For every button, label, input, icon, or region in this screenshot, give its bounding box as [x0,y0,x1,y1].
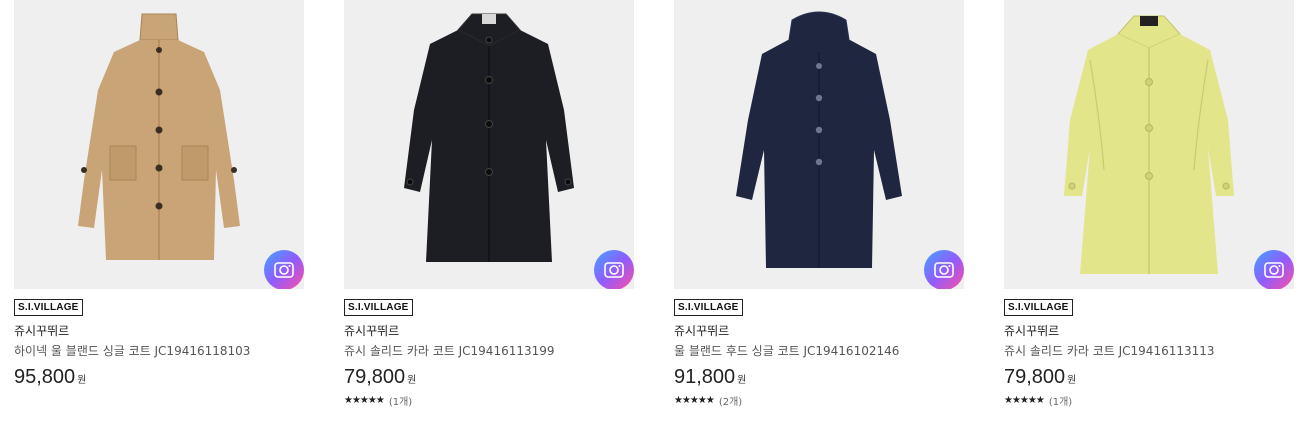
price-value: 91,800 [674,366,736,388]
product-price: 91,800 원 [674,366,746,389]
product-name[interactable]: 쥬시 솔리드 카라 코트 JC19416113113 [1004,342,1215,359]
rating-stars: ★★★★★ [1004,395,1045,406]
currency-unit: 원 [77,375,87,386]
price-value: 79,800 [1004,366,1066,388]
product-card[interactable]: S.I.VILLAGE 쥬시꾸뛰르 하이넥 울 블랜드 싱글 코트 JC1941… [14,0,304,431]
camera-search-icon [934,262,954,278]
brand-name[interactable]: 쥬시꾸뛰르 [344,322,399,339]
currency-unit: 원 [407,375,417,386]
review-count: (1개) [388,397,413,408]
product-image[interactable] [344,0,634,289]
coat-image [78,13,240,260]
image-search-button[interactable] [1254,250,1294,289]
product-price: 79,800 원 [1004,366,1076,389]
product-rating[interactable]: ★★★★★ (1개) [1004,393,1072,408]
coat-image [1064,15,1234,274]
brand-name[interactable]: 쥬시꾸뛰르 [674,322,729,339]
coat-image [404,13,574,262]
review-count: (2개) [718,397,743,408]
image-search-button[interactable] [594,250,634,289]
product-price: 95,800 원 [14,366,86,389]
store-badge: S.I.VILLAGE [1004,299,1073,316]
product-image[interactable] [1004,0,1294,289]
coat-image [736,11,902,268]
store-badge: S.I.VILLAGE [674,299,743,316]
product-rating[interactable]: ★★★★★ (1개) [344,393,412,408]
store-badge: S.I.VILLAGE [14,299,83,316]
rating-stars: ★★★★★ [344,395,385,406]
currency-unit: 원 [737,375,747,386]
product-image[interactable] [674,0,964,289]
currency-unit: 원 [1067,375,1077,386]
camera-search-icon [604,262,624,278]
rating-stars: ★★★★★ [674,395,715,406]
brand-name[interactable]: 쥬시꾸뛰르 [14,322,69,339]
price-value: 95,800 [14,366,76,388]
brand-name[interactable]: 쥬시꾸뛰르 [1004,322,1059,339]
review-count: (1개) [1048,397,1073,408]
camera-search-icon [1264,262,1284,278]
product-price: 79,800 원 [344,366,416,389]
price-value: 79,800 [344,366,406,388]
product-name[interactable]: 쥬시 솔리드 카라 코트 JC19416113199 [344,342,555,359]
product-rating[interactable]: ★★★★★ (2개) [674,393,742,408]
product-card[interactable]: S.I.VILLAGE 쥬시꾸뛰르 쥬시 솔리드 카라 코트 JC1941611… [1004,0,1294,431]
product-grid: S.I.VILLAGE 쥬시꾸뛰르 하이넥 울 블랜드 싱글 코트 JC1941… [0,0,1307,431]
product-image[interactable] [14,0,304,289]
image-search-button[interactable] [924,250,964,289]
store-badge: S.I.VILLAGE [344,299,413,316]
product-card[interactable]: S.I.VILLAGE 쥬시꾸뛰르 쥬시 솔리드 카라 코트 JC1941611… [344,0,634,431]
product-name[interactable]: 하이넥 울 블랜드 싱글 코트 JC19416118103 [14,342,250,359]
camera-search-icon [274,262,294,278]
product-name[interactable]: 울 블랜드 후드 싱글 코트 JC19416102146 [674,342,899,359]
product-card[interactable]: S.I.VILLAGE 쥬시꾸뛰르 울 블랜드 후드 싱글 코트 JC19416… [674,0,964,431]
image-search-button[interactable] [264,250,304,289]
